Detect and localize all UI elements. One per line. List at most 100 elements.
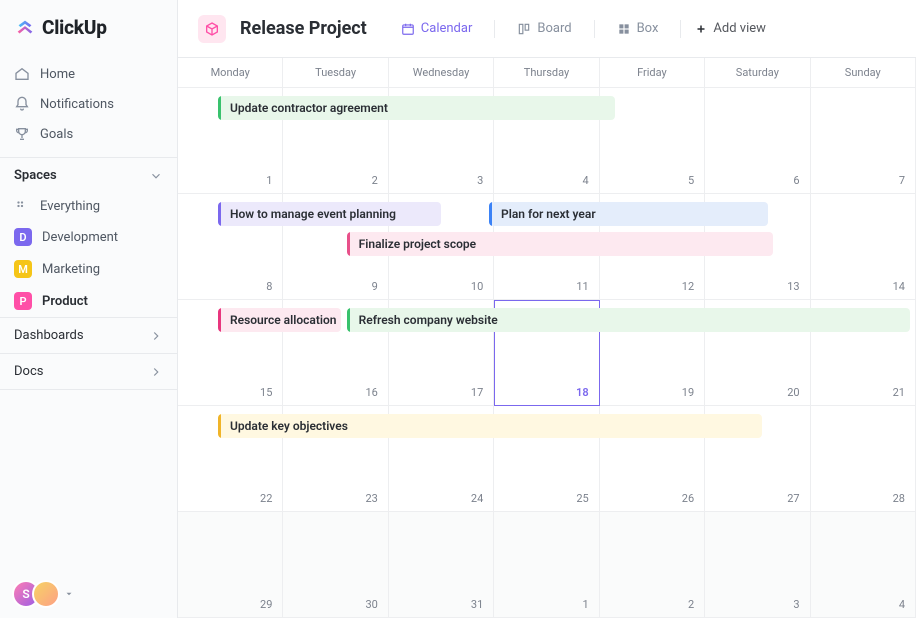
divider [680,20,681,38]
topbar: Release Project Calendar Board Box Add v… [178,0,916,58]
grid-dots-icon [14,198,30,214]
spaces-label: Spaces [14,168,57,183]
calendar-cell[interactable]: 3 [705,512,810,618]
event-label: How to manage event planning [230,207,396,221]
date-number: 20 [787,386,799,399]
tab-label: Board [537,21,571,36]
space-badge: M [14,260,32,278]
calendar-cell[interactable]: 6 [705,88,810,194]
event-label: Refresh company website [359,313,498,327]
date-number: 9 [372,280,378,293]
date-number: 2 [372,174,378,187]
date-number: 3 [793,598,799,611]
event-color-bar [218,202,221,226]
date-number: 11 [576,280,588,293]
event-color-bar [347,308,350,332]
date-number: 26 [682,492,694,505]
space-item[interactable]: P Product [0,285,177,317]
box-view-icon [617,22,631,36]
date-number: 23 [365,492,377,505]
day-header: Wednesday [389,58,494,88]
space-badge: P [14,292,32,310]
calendar-cell[interactable]: 7 [811,88,916,194]
calendar-cell[interactable]: 29 [178,512,283,618]
space-label: Marketing [42,262,100,277]
calendar-event[interactable]: Finalize project scope [347,232,773,256]
chevron-right-icon [149,365,163,379]
calendar-event[interactable]: Refresh company website [347,308,910,332]
event-color-bar [218,414,221,438]
tab-box[interactable]: Box [609,16,667,41]
nav-notifications[interactable]: Notifications [0,89,177,119]
date-number: 29 [260,598,272,611]
calendar-event[interactable]: Update key objectives [218,414,762,438]
day-header: Friday [600,58,705,88]
date-number: 4 [583,174,589,187]
clickup-logo-icon [14,17,36,39]
tab-board[interactable]: Board [509,16,579,41]
tab-label: Calendar [421,21,473,36]
space-label: Development [42,230,118,245]
calendar-cell[interactable]: 31 [389,512,494,618]
space-everything[interactable]: Everything [0,191,177,221]
divider [594,20,595,38]
date-number: 18 [576,386,589,399]
calendar-event[interactable]: Resource allocation [218,308,341,332]
brand[interactable]: ClickUp [0,0,177,57]
date-number: 7 [899,174,905,187]
chevron-down-icon [64,589,74,599]
space-label: Product [42,294,88,309]
event-color-bar [489,202,492,226]
date-number: 22 [260,492,272,505]
day-header: Saturday [705,58,810,88]
date-number: 14 [893,280,905,293]
avatar [32,580,60,608]
date-number: 19 [682,386,694,399]
sidebar-docs[interactable]: Docs [0,353,177,390]
divider [494,20,495,38]
spaces-header[interactable]: Spaces [0,157,177,191]
tab-calendar[interactable]: Calendar [393,16,481,41]
brand-name: ClickUp [42,16,107,39]
calendar-cell[interactable]: 2 [600,512,705,618]
avatar-row[interactable]: S [0,570,177,618]
nav-goals[interactable]: Goals [0,119,177,149]
date-number: 27 [787,492,799,505]
date-number: 28 [893,492,905,505]
event-color-bar [218,308,221,332]
space-label: Everything [40,199,100,214]
project-icon [198,15,226,43]
sidebar-dashboards[interactable]: Dashboards [0,317,177,353]
date-number: 4 [899,598,905,611]
link-label: Dashboards [14,328,84,343]
date-number: 6 [793,174,799,187]
date-number: 12 [682,280,694,293]
date-number: 2 [688,598,694,611]
calendar-cell[interactable]: 14 [811,194,916,300]
nav-home[interactable]: Home [0,59,177,89]
calendar-cell[interactable]: 4 [811,512,916,618]
add-view-button[interactable]: Add view [695,21,766,36]
calendar-event[interactable]: Update contractor agreement [218,96,615,120]
calendar-cell[interactable]: 30 [283,512,388,618]
calendar-cell[interactable]: 28 [811,406,916,512]
calendar-event[interactable]: How to manage event planning [218,202,441,226]
tab-label: Box [637,21,659,36]
board-icon [517,22,531,36]
day-header: Sunday [811,58,916,88]
date-number: 15 [260,386,272,399]
calendar-cell[interactable]: 5 [600,88,705,194]
date-number: 13 [787,280,799,293]
space-badge: D [14,228,32,246]
calendar-event[interactable]: Plan for next year [489,202,768,226]
date-number: 8 [266,280,272,293]
home-icon [14,66,30,82]
space-item[interactable]: D Development [0,221,177,253]
calendar-cell[interactable]: 1 [494,512,599,618]
space-item[interactable]: M Marketing [0,253,177,285]
date-number: 17 [471,386,483,399]
add-view-label: Add view [713,21,766,36]
calendar-grid: MondayTuesdayWednesdayThursdayFridaySatu… [178,58,916,618]
nav-label: Home [40,67,75,82]
date-number: 30 [365,598,377,611]
